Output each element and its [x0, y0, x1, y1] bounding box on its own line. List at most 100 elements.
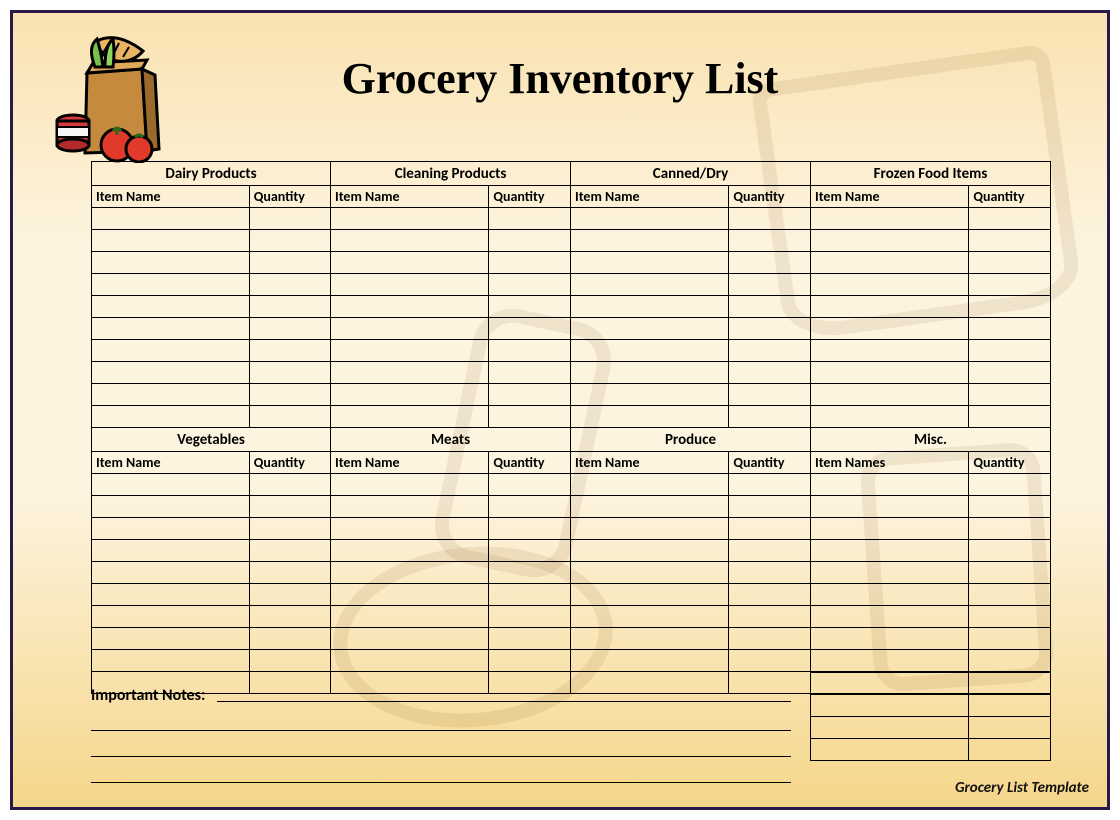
quantity-cell[interactable]: [729, 584, 811, 606]
quantity-cell[interactable]: [249, 230, 330, 252]
item-name-cell[interactable]: [92, 628, 250, 650]
quantity-cell[interactable]: [489, 540, 571, 562]
item-name-cell[interactable]: [571, 208, 729, 230]
item-name-cell[interactable]: [811, 628, 969, 650]
item-name-cell[interactable]: [92, 496, 250, 518]
quantity-cell[interactable]: [489, 296, 571, 318]
item-name-cell[interactable]: [571, 340, 729, 362]
item-name-cell[interactable]: [92, 650, 250, 672]
item-name-cell[interactable]: [811, 318, 969, 340]
item-name-cell[interactable]: [92, 296, 250, 318]
quantity-cell[interactable]: [969, 673, 1051, 695]
quantity-cell[interactable]: [489, 340, 571, 362]
item-name-cell[interactable]: [92, 562, 250, 584]
quantity-cell[interactable]: [729, 474, 811, 496]
notes-line[interactable]: [91, 757, 791, 783]
item-name-cell[interactable]: [571, 496, 729, 518]
item-name-cell[interactable]: [92, 340, 250, 362]
quantity-cell[interactable]: [489, 584, 571, 606]
quantity-cell[interactable]: [969, 474, 1051, 496]
quantity-cell[interactable]: [249, 362, 330, 384]
quantity-cell[interactable]: [489, 496, 571, 518]
quantity-cell[interactable]: [969, 562, 1051, 584]
item-name-cell[interactable]: [92, 230, 250, 252]
quantity-cell[interactable]: [249, 474, 330, 496]
quantity-cell[interactable]: [969, 340, 1051, 362]
quantity-cell[interactable]: [249, 584, 330, 606]
quantity-cell[interactable]: [249, 318, 330, 340]
item-name-cell[interactable]: [331, 406, 489, 428]
item-name-cell[interactable]: [811, 230, 969, 252]
quantity-cell[interactable]: [249, 650, 330, 672]
item-name-cell[interactable]: [331, 496, 489, 518]
item-name-cell[interactable]: [571, 318, 729, 340]
quantity-cell[interactable]: [249, 518, 330, 540]
quantity-cell[interactable]: [249, 496, 330, 518]
quantity-cell[interactable]: [969, 406, 1051, 428]
quantity-cell[interactable]: [729, 208, 811, 230]
quantity-cell[interactable]: [729, 384, 811, 406]
quantity-cell[interactable]: [729, 252, 811, 274]
item-name-cell[interactable]: [571, 540, 729, 562]
quantity-cell[interactable]: [969, 384, 1051, 406]
item-name-cell[interactable]: [331, 296, 489, 318]
item-name-cell[interactable]: [92, 606, 250, 628]
quantity-cell[interactable]: [969, 252, 1051, 274]
quantity-cell[interactable]: [729, 274, 811, 296]
item-name-cell[interactable]: [92, 362, 250, 384]
quantity-cell[interactable]: [969, 606, 1051, 628]
item-name-cell[interactable]: [331, 474, 489, 496]
item-name-cell[interactable]: [571, 362, 729, 384]
item-name-cell[interactable]: [571, 230, 729, 252]
quantity-cell[interactable]: [489, 230, 571, 252]
item-name-cell[interactable]: [92, 252, 250, 274]
quantity-cell[interactable]: [729, 562, 811, 584]
item-name-cell[interactable]: [331, 362, 489, 384]
quantity-cell[interactable]: [249, 340, 330, 362]
quantity-cell[interactable]: [489, 628, 571, 650]
quantity-cell[interactable]: [969, 540, 1051, 562]
quantity-cell[interactable]: [249, 208, 330, 230]
quantity-cell[interactable]: [489, 650, 571, 672]
notes-line[interactable]: [91, 731, 791, 757]
item-name-cell[interactable]: [92, 208, 250, 230]
item-name-cell[interactable]: [92, 318, 250, 340]
quantity-cell[interactable]: [489, 318, 571, 340]
quantity-cell[interactable]: [249, 406, 330, 428]
item-name-cell[interactable]: [331, 340, 489, 362]
item-name-cell[interactable]: [811, 673, 969, 695]
item-name-cell[interactable]: [571, 518, 729, 540]
item-name-cell[interactable]: [811, 540, 969, 562]
quantity-cell[interactable]: [969, 362, 1051, 384]
item-name-cell[interactable]: [331, 518, 489, 540]
item-name-cell[interactable]: [811, 384, 969, 406]
quantity-cell[interactable]: [729, 518, 811, 540]
item-name-cell[interactable]: [331, 274, 489, 296]
quantity-cell[interactable]: [489, 384, 571, 406]
item-name-cell[interactable]: [811, 496, 969, 518]
item-name-cell[interactable]: [331, 650, 489, 672]
item-name-cell[interactable]: [811, 274, 969, 296]
item-name-cell[interactable]: [331, 208, 489, 230]
item-name-cell[interactable]: [811, 362, 969, 384]
quantity-cell[interactable]: [729, 406, 811, 428]
item-name-cell[interactable]: [571, 474, 729, 496]
item-name-cell[interactable]: [331, 318, 489, 340]
item-name-cell[interactable]: [811, 252, 969, 274]
quantity-cell[interactable]: [969, 230, 1051, 252]
quantity-cell[interactable]: [729, 606, 811, 628]
quantity-cell[interactable]: [969, 739, 1051, 761]
quantity-cell[interactable]: [489, 362, 571, 384]
item-name-cell[interactable]: [331, 606, 489, 628]
quantity-cell[interactable]: [489, 208, 571, 230]
quantity-cell[interactable]: [249, 628, 330, 650]
quantity-cell[interactable]: [489, 518, 571, 540]
item-name-cell[interactable]: [811, 695, 969, 717]
quantity-cell[interactable]: [969, 496, 1051, 518]
quantity-cell[interactable]: [729, 340, 811, 362]
item-name-cell[interactable]: [811, 474, 969, 496]
quantity-cell[interactable]: [729, 540, 811, 562]
quantity-cell[interactable]: [249, 274, 330, 296]
item-name-cell[interactable]: [811, 584, 969, 606]
quantity-cell[interactable]: [969, 584, 1051, 606]
